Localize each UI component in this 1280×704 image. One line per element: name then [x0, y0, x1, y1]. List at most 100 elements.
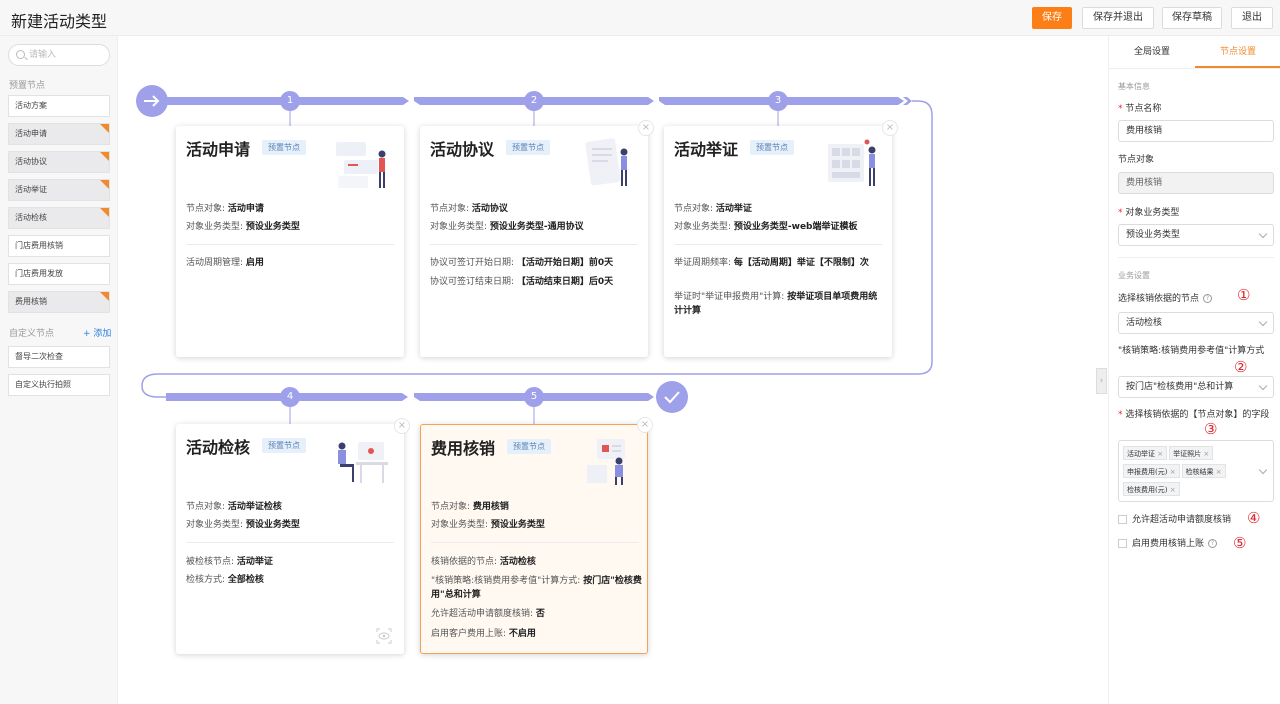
settlement-fields-label: * 选择核销依据的【节点对象】的字段	[1118, 410, 1270, 420]
flow-canvas: 1 2 3 4 5 活动申请 预置节点 节点对象: 活动申请 对象业务类型: 预…	[118, 36, 1108, 704]
card-title: 活动申请	[186, 140, 251, 159]
used-corner-icon	[100, 208, 109, 217]
used-corner-icon	[100, 292, 109, 301]
close-icon[interactable]: ×	[638, 120, 654, 136]
card-title: 费用核销	[431, 439, 496, 458]
chip-remove-icon[interactable]: ×	[1201, 450, 1209, 458]
step-marker: 5	[524, 387, 544, 407]
chip-remove-icon[interactable]: ×	[1214, 468, 1222, 476]
flow-node-card[interactable]: 活动协议 预置节点 × 节点对象: 活动协议 对象业务类型: 预设业务类型-通用…	[420, 120, 654, 357]
preset-node-item[interactable]: 活动申请	[8, 123, 110, 145]
field-chip[interactable]: 申报费用(元) ×	[1123, 464, 1180, 478]
preset-node-label: 门店费用发放	[15, 269, 63, 278]
settings-panel: 全局设置 节点设置 基本信息 * 节点名称 费用核销 节点对象 费用核销 * 对…	[1108, 36, 1280, 704]
top-bar: 新建活动类型 保存 保存并退出 保存草稿 退出	[0, 0, 1280, 36]
close-icon[interactable]: ×	[394, 418, 410, 434]
flow-node-card-selected[interactable]: 费用核销 预置节点 × 节点对象: 费用核销 对象业务类型: 预设业务类型 核销…	[420, 417, 653, 654]
custom-node-item[interactable]: 自定义执行拍照	[8, 374, 110, 396]
node-object-field: 费用核销	[1118, 172, 1274, 194]
preset-node-label: 活动举证	[15, 185, 47, 194]
close-icon[interactable]: ×	[882, 120, 898, 136]
preview-eye-icon[interactable]	[376, 628, 392, 644]
preset-node-label: 活动检核	[15, 213, 47, 222]
preset-nodes-title: 预置节点	[9, 81, 46, 91]
settlement-node-select[interactable]: 活动检核	[1118, 312, 1274, 334]
settlement-fields-multiselect[interactable]: 活动举证 × 举证照片 × 申报费用(元) × 检核结果 ×检核费用(元) ×	[1118, 440, 1274, 502]
tab-node-settings[interactable]: 节点设置	[1195, 36, 1280, 68]
card-title: 活动举证	[674, 140, 739, 159]
help-icon[interactable]: ?	[1203, 294, 1213, 303]
enable-posting-checkbox[interactable]	[1118, 539, 1127, 548]
preset-node-label: 活动协议	[15, 157, 47, 166]
field-chip[interactable]: 举证照片 ×	[1169, 446, 1214, 460]
annotation-marker-4: ④	[1247, 509, 1261, 527]
annotation-marker-5: ⑤	[1233, 534, 1247, 552]
search-input[interactable]: 请输入	[8, 44, 110, 66]
preset-node-item[interactable]: 活动方案	[8, 95, 110, 117]
biz-settings-title: 业务设置	[1118, 271, 1150, 280]
node-name-input[interactable]: 费用核销	[1118, 120, 1274, 142]
add-custom-node-link[interactable]: + 添加	[83, 326, 111, 339]
annotation-marker-3: ③	[1204, 420, 1218, 438]
biz-type-label: * 对象业务类型	[1118, 208, 1180, 218]
step-marker: 3	[768, 91, 788, 111]
allow-over-limit-label: 允许超活动申请额度核销	[1132, 515, 1232, 525]
biz-type-select[interactable]: 预设业务类型	[1118, 224, 1274, 246]
help-icon[interactable]: ?	[1208, 539, 1218, 548]
preset-tag: 预置节点	[750, 140, 794, 155]
save-draft-button[interactable]: 保存草稿	[1162, 7, 1222, 29]
card-title: 活动协议	[430, 140, 495, 159]
node-object-label: 节点对象	[1118, 155, 1155, 165]
chip-remove-icon[interactable]: ×	[1155, 450, 1163, 458]
basic-info-title: 基本信息	[1118, 82, 1150, 91]
form-illustration-icon	[336, 142, 386, 188]
preset-tag: 预置节点	[262, 140, 306, 155]
annotation-marker-2: ②	[1234, 358, 1248, 376]
flow-node-card[interactable]: 活动检核 预置节点 × 节点对象: 活动举证检核 对象业务类型: 预设业务类型 …	[176, 418, 410, 654]
preset-node-label: 活动申请	[15, 129, 47, 138]
preset-node-item[interactable]: 门店费用发放	[8, 263, 110, 285]
card-title: 活动检核	[186, 438, 251, 457]
preset-node-item[interactable]: 门店费用核销	[8, 235, 110, 257]
tab-global-settings[interactable]: 全局设置	[1109, 36, 1195, 68]
field-chip[interactable]: 检核结果 ×	[1181, 464, 1226, 478]
save-button[interactable]: 保存	[1032, 7, 1072, 29]
chevron-down-icon	[1258, 317, 1268, 327]
flow-node-card[interactable]: 活动举证 预置节点 × 节点对象: 活动举证 对象业务类型: 预设业务类型-we…	[664, 120, 898, 357]
page-title: 新建活动类型	[11, 12, 108, 31]
step-marker: 1	[280, 91, 300, 111]
exit-button[interactable]: 退出	[1231, 7, 1273, 29]
chevron-down-icon	[1258, 381, 1268, 391]
preset-node-label: 费用核销	[15, 297, 47, 306]
preset-node-label: 门店费用核销	[15, 241, 63, 250]
search-icon	[16, 50, 25, 59]
preset-tag: 预置节点	[507, 439, 551, 454]
field-chip[interactable]: 活动举证 ×	[1123, 446, 1168, 460]
preset-node-item[interactable]: 活动协议	[8, 151, 110, 173]
preset-node-item[interactable]: 费用核销	[8, 291, 110, 313]
step-marker: 4	[280, 387, 300, 407]
chevron-down-icon	[1258, 229, 1268, 239]
chip-remove-icon[interactable]: ×	[1167, 468, 1176, 476]
flow-node-card[interactable]: 活动申请 预置节点 节点对象: 活动申请 对象业务类型: 预设业务类型 活动周期…	[176, 126, 404, 357]
chip-remove-icon[interactable]: ×	[1167, 486, 1176, 494]
close-icon[interactable]: ×	[637, 417, 653, 433]
settlement-node-label: 选择核销依据的节点?	[1118, 293, 1213, 305]
used-corner-icon	[100, 152, 109, 161]
strategy-select[interactable]: 按门店"检核费用"总和计算	[1118, 376, 1274, 398]
strategy-label: "核销策略:核销费用参考值"计算方式	[1118, 346, 1265, 356]
search-placeholder: 请输入	[29, 50, 57, 60]
preset-node-item[interactable]: 活动检核	[8, 207, 110, 229]
allow-over-limit-checkbox[interactable]	[1118, 515, 1127, 524]
verification-illustration-icon	[587, 439, 625, 485]
annotation-marker-1: ①	[1237, 286, 1251, 304]
collapse-panel-handle[interactable]: ›	[1096, 368, 1107, 394]
field-chip[interactable]: 检核费用(元) ×	[1123, 482, 1180, 496]
used-corner-icon	[100, 180, 109, 189]
custom-nodes-title: 自定义节点	[9, 329, 55, 339]
preset-node-item[interactable]: 活动举证	[8, 179, 110, 201]
custom-node-item[interactable]: 督导二次检查	[8, 346, 110, 368]
shelf-illustration-icon	[828, 139, 876, 186]
save-exit-button[interactable]: 保存并退出	[1082, 7, 1154, 29]
preset-tag: 预置节点	[506, 140, 550, 155]
